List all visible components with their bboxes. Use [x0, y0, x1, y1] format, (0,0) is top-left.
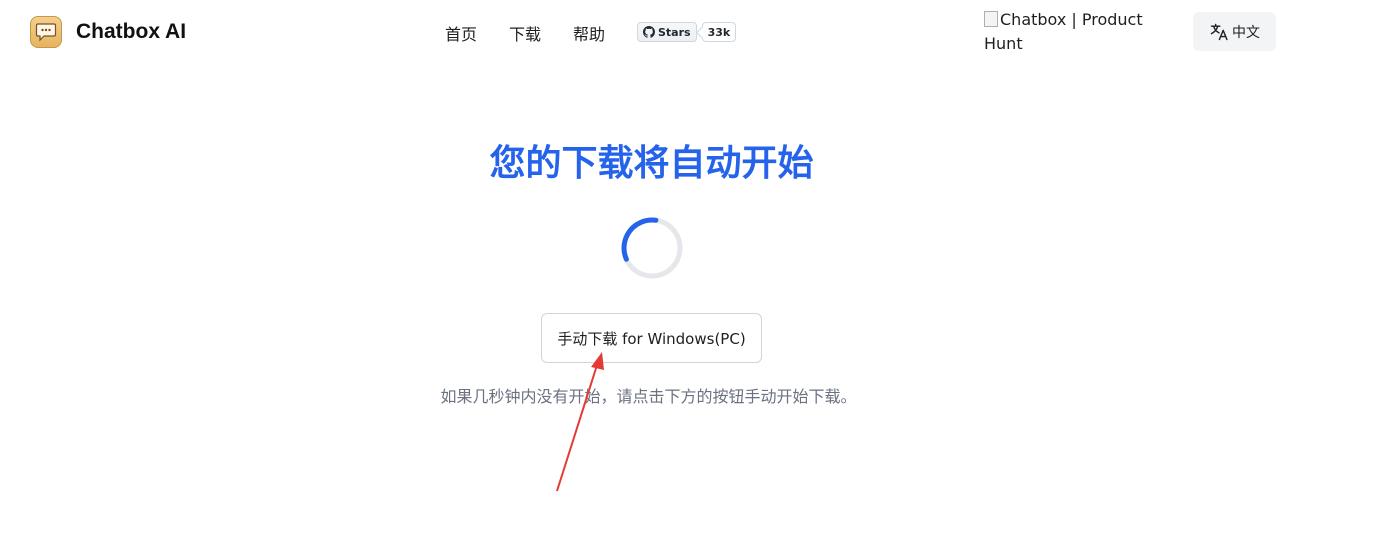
broken-image-icon [984, 11, 998, 27]
brand-name: Chatbox AI [76, 20, 187, 43]
translate-icon [1210, 23, 1228, 40]
brand-home-link[interactable]: Chatbox AI [30, 16, 186, 48]
github-stars-badge[interactable]: Stars 33k [637, 22, 737, 42]
annotation-arrow-icon [556, 352, 604, 492]
github-stars-count[interactable]: 33k [701, 22, 737, 42]
page-title: 您的下载将自动开始 [489, 143, 814, 184]
language-label: 中文 [1232, 24, 1260, 41]
main-nav: 首页 下载 帮助 [445, 21, 605, 45]
github-stars-button[interactable]: Stars [637, 22, 697, 42]
manual-download-button[interactable]: 手动下载 for Windows(PC) [541, 313, 762, 363]
download-hint: 如果几秒钟内没有开始，请点击下方的按钮手动开始下载。 [440, 387, 857, 406]
loading-spinner-icon [621, 217, 683, 279]
page: Chatbox AI 首页 下载 帮助 Stars 33k Chatbox | … [0, 0, 1383, 549]
nav-home-link[interactable]: 首页 [445, 21, 477, 45]
language-switch-button[interactable]: 中文 [1193, 12, 1276, 51]
github-icon [643, 26, 655, 38]
product-hunt-badge-link[interactable]: Chatbox | Product Hunt [984, 8, 1174, 56]
nav-help-link[interactable]: 帮助 [573, 21, 605, 45]
product-hunt-alt-text: Chatbox | Product Hunt [984, 10, 1143, 53]
nav-download-link[interactable]: 下载 [509, 21, 541, 45]
chatbox-logo-icon [30, 16, 62, 48]
github-stars-label: Stars [658, 25, 691, 39]
